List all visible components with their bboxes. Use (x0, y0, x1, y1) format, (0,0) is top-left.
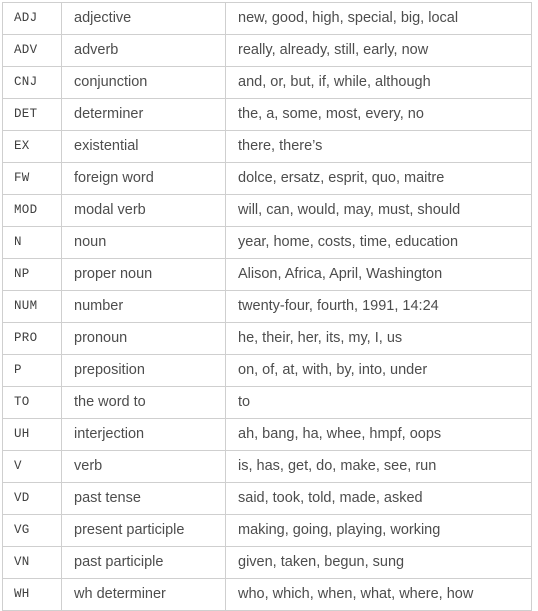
table-row: WH wh determiner who, which, when, what, w… (2, 578, 532, 611)
tag-description-cell: verb (61, 450, 226, 483)
tag-code-cell: P (2, 354, 62, 387)
table-row: NP proper noun Alison, Africa, April, Wash… (2, 258, 532, 291)
tag-examples-cell: really, already, still, early, now (225, 34, 532, 67)
tag-description-cell: noun (61, 226, 226, 259)
table-row: TO the word to to (2, 386, 532, 419)
tag-code-cell: VD (2, 482, 62, 515)
tag-code-cell: NUM (2, 290, 62, 323)
part-of-speech-tagset-table: ADJ adjective new, good, high, special, bi… (2, 2, 532, 611)
tag-examples-cell: to (225, 386, 532, 419)
tag-description-cell: conjunction (61, 66, 226, 99)
table-row: Ppreposition on, of, at, with, by, into, … (2, 354, 532, 387)
table-row: VN past participle given, taken, begun, su… (2, 546, 532, 579)
tag-code-cell: VG (2, 514, 62, 547)
tag-examples-cell: is, has, get, do, make, see, run (225, 450, 532, 483)
table-row: DET determiner the, a, some, most, every, … (2, 98, 532, 131)
tagset-table-container: ADJ adjective new, good, high, special, bi… (0, 0, 538, 611)
table-row: NUM number twenty-four, fourth, 1991, 14:2… (2, 290, 532, 323)
tag-code-cell: FW (2, 162, 62, 195)
tag-examples-cell: year, home, costs, time, education (225, 226, 532, 259)
tag-examples-cell: new, good, high, special, big, local (225, 2, 532, 35)
tag-examples-cell: making, going, playing, working (225, 514, 532, 547)
tag-code-cell: ADV (2, 34, 62, 67)
tag-examples-cell: who, which, when, what, where, how (225, 578, 532, 611)
tag-description-cell: determiner (61, 98, 226, 131)
table-row: UH interjection ah, bang, ha, whee, hmpf, … (2, 418, 532, 451)
tag-examples-cell: the, a, some, most, every, no (225, 98, 532, 131)
tag-code-cell: MOD (2, 194, 62, 227)
table-row: Nnoun year, home, costs, time, education (2, 226, 532, 259)
tag-code-cell: WH (2, 578, 62, 611)
tag-examples-cell: given, taken, begun, sung (225, 546, 532, 579)
tag-code-cell: NP (2, 258, 62, 291)
tag-code-cell: ADJ (2, 2, 62, 35)
tag-code-cell: VN (2, 546, 62, 579)
tag-code-cell: DET (2, 98, 62, 131)
tag-examples-cell: and, or, but, if, while, although (225, 66, 532, 99)
tag-examples-cell: Alison, Africa, April, Washington (225, 258, 532, 291)
table-row: VG present participle making, going, playi… (2, 514, 532, 547)
tag-examples-cell: will, can, would, may, must, should (225, 194, 532, 227)
table-row: ADJ adjective new, good, high, special, bi… (2, 2, 532, 35)
tag-code-cell: TO (2, 386, 62, 419)
tag-examples-cell: dolce, ersatz, esprit, quo, maitre (225, 162, 532, 195)
tag-code-cell: UH (2, 418, 62, 451)
tag-code-cell: N (2, 226, 62, 259)
tag-description-cell: modal verb (61, 194, 226, 227)
tag-description-cell: proper noun (61, 258, 226, 291)
table-row: CNJ conjunction and, or, but, if, while, a… (2, 66, 532, 99)
tag-description-cell: wh determiner (61, 578, 226, 611)
table-row: FW foreign word dolce, ersatz, esprit, quo… (2, 162, 532, 195)
tag-code-cell: CNJ (2, 66, 62, 99)
tag-examples-cell: there, there’s (225, 130, 532, 163)
table-row: ADV adverb really, already, still, early, … (2, 34, 532, 67)
table-row: MOD modal verb will, can, would, may, must… (2, 194, 532, 227)
table-row: Vverb is, has, get, do, make, see, run (2, 450, 532, 483)
tag-description-cell: number (61, 290, 226, 323)
tag-examples-cell: twenty-four, fourth, 1991, 14:24 (225, 290, 532, 323)
tag-description-cell: the word to (61, 386, 226, 419)
tag-examples-cell: ah, bang, ha, whee, hmpf, oops (225, 418, 532, 451)
table-row: VD past tense said, took, told, made, aske… (2, 482, 532, 515)
tag-description-cell: present participle (61, 514, 226, 547)
tag-examples-cell: he, their, her, its, my, I, us (225, 322, 532, 355)
tag-description-cell: preposition (61, 354, 226, 387)
table-row: PRO pronoun he, their, her, its, my, I, us (2, 322, 532, 355)
table-body: ADJ adjective new, good, high, special, bi… (2, 2, 532, 611)
tag-description-cell: existential (61, 130, 226, 163)
tag-description-cell: past tense (61, 482, 226, 515)
tag-examples-cell: said, took, told, made, asked (225, 482, 532, 515)
tag-description-cell: adjective (61, 2, 226, 35)
tag-description-cell: adverb (61, 34, 226, 67)
tag-code-cell: EX (2, 130, 62, 163)
tag-code-cell: PRO (2, 322, 62, 355)
table-row: EX existential there, there’s (2, 130, 532, 163)
tag-examples-cell: on, of, at, with, by, into, under (225, 354, 532, 387)
tag-description-cell: interjection (61, 418, 226, 451)
tag-code-cell: V (2, 450, 62, 483)
tag-description-cell: foreign word (61, 162, 226, 195)
tag-description-cell: pronoun (61, 322, 226, 355)
tag-description-cell: past participle (61, 546, 226, 579)
